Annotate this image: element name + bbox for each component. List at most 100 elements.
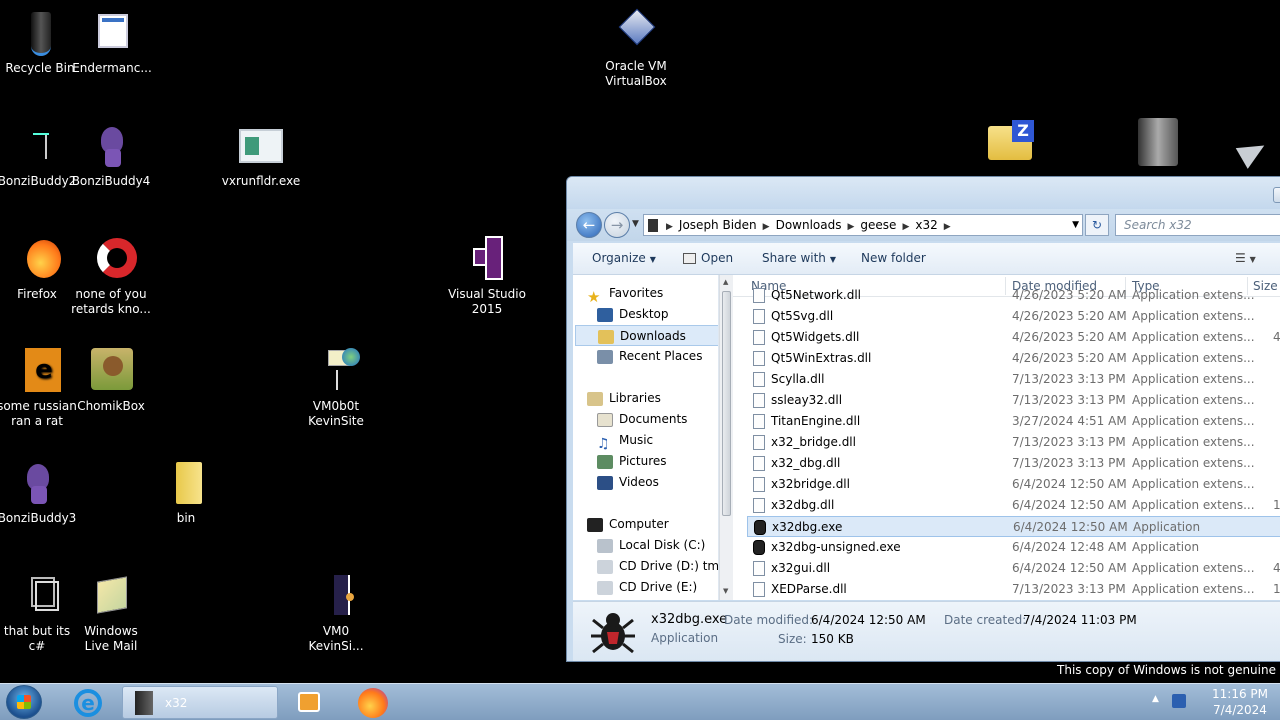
details-size: 150 KB (811, 632, 854, 646)
nav-cd-drive-e[interactable]: CD Drive (E:) (597, 577, 718, 598)
refresh-button[interactable]: ↻ (1085, 214, 1109, 236)
file-size: 1, (1273, 498, 1280, 512)
nav-downloads[interactable]: Downloads (575, 325, 718, 346)
show-hidden-icons-icon[interactable]: ▲ (1152, 694, 1159, 704)
file-row[interactable]: x32bridge.dll 6/4/2024 12:50 AM Applicatio… (747, 474, 1280, 495)
file-date-modified: 7/13/2023 3:13 PM (1012, 456, 1126, 470)
new-folder-button[interactable]: New folder (861, 251, 926, 265)
recent-pages-dropdown-icon[interactable]: ▼ (632, 219, 639, 229)
scroll-down-icon[interactable]: ▼ (723, 587, 728, 595)
network-icon[interactable] (1172, 694, 1186, 708)
mail-icon (87, 573, 135, 621)
desktop-icon-vm0b0t[interactable]: VM0b0t KevinSite (296, 348, 376, 429)
file-row[interactable]: Scylla.dll 7/13/2023 3:13 PM Application e… (747, 369, 1280, 390)
nav-cd-drive-d[interactable]: CD Drive (D:) tmp (597, 556, 719, 577)
nav-computer[interactable]: Computer (587, 514, 718, 535)
organize-button[interactable]: Organize ▼ (592, 251, 656, 265)
chevron-right-icon[interactable]: ▶ (666, 222, 673, 232)
file-row[interactable]: x32dbg-unsigned.exe 6/4/2024 12:48 AM Appl… (747, 537, 1280, 558)
address-dropdown-icon[interactable]: ▼ (1072, 215, 1079, 235)
change-view-button[interactable]: ☰ ▼ (1235, 251, 1256, 265)
start-button[interactable] (6, 685, 42, 719)
desktop-icon-visual-studio[interactable]: Visual Studio 2015 (447, 236, 527, 317)
pictures-icon (597, 454, 613, 469)
breadcrumb-joseph-biden[interactable]: Joseph Biden (679, 218, 757, 232)
desktop-icon-vm0-kevinsi[interactable]: VM0 KevinSi... (296, 573, 376, 654)
open-button[interactable]: Open (683, 251, 733, 265)
file-row[interactable]: x32dbg.dll 6/4/2024 12:50 AM Application e… (747, 495, 1280, 516)
desktop-icon-windows-live-mail[interactable]: Windows Live Mail (71, 573, 151, 654)
desktop-icon-label: bin (176, 511, 196, 525)
address-bar[interactable]: ▶ Joseph Biden ▶ Downloads ▶ geese ▶ x32 ▶ ▼ (643, 214, 1083, 236)
file-row[interactable]: Qt5Network.dll 4/26/2023 5:20 AM Applicati… (747, 285, 1280, 306)
file-name: XEDParse.dll (771, 582, 847, 596)
search-input[interactable]: Search x32 (1115, 214, 1280, 236)
nav-desktop[interactable]: Desktop (597, 304, 718, 325)
title-bar[interactable] (567, 177, 1280, 209)
desktop-icon-vxrunfldr[interactable]: vxrunfldr.exe (221, 123, 301, 189)
taskbar-internet-explorer[interactable]: e (66, 686, 110, 719)
breadcrumb-x32[interactable]: x32 (915, 218, 937, 232)
back-button[interactable]: ← (576, 212, 602, 238)
details-date-created-label: Date created: (944, 613, 1027, 627)
share-with-button[interactable]: Share with ▼ (762, 251, 836, 265)
file-row[interactable]: ssleay32.dll 7/13/2023 3:13 PM Application… (747, 390, 1280, 411)
explorer-window[interactable]: ← → ▼ ▶ Joseph Biden ▶ Downloads ▶ geese ▶ x32 ▶… (566, 176, 1280, 662)
desktop-icon-chomikbox[interactable]: ChomikBox (71, 348, 151, 414)
nav-videos[interactable]: Videos (597, 472, 718, 493)
breadcrumb-geese[interactable]: geese (860, 218, 896, 232)
forward-button[interactable]: → (604, 212, 630, 238)
file-date-modified: 7/13/2023 3:13 PM (1012, 393, 1126, 407)
desktop-icon-label: BonziBuddy3 (0, 511, 77, 525)
file-row[interactable]: x32_dbg.dll 7/13/2023 3:13 PM Application … (747, 453, 1280, 474)
nav-libraries[interactable]: Libraries (587, 388, 718, 409)
nav-scrollbar[interactable]: ▲ ▼ (719, 275, 733, 600)
nav-music[interactable]: ♫ Music (597, 430, 718, 452)
folder-icon[interactable] (1138, 118, 1178, 166)
chevron-right-icon[interactable]: ▶ (847, 222, 854, 232)
chevron-right-icon[interactable]: ▶ (763, 222, 770, 232)
desktop-icon-virtualbox[interactable]: Oracle VM VirtualBox (596, 8, 676, 89)
file-date-modified: 6/4/2024 12:48 AM (1012, 540, 1127, 554)
minimize-button[interactable] (1273, 187, 1280, 203)
desktop-icon-bonzibuddy4[interactable]: BonziBuddy4 (71, 123, 151, 189)
zip-folder-icon[interactable]: Z (986, 120, 1034, 162)
file-row[interactable]: Qt5Svg.dll 4/26/2023 5:20 AM Application e… (747, 306, 1280, 327)
breadcrumb-downloads[interactable]: Downloads (776, 218, 842, 232)
nav-documents[interactable]: Documents (597, 409, 718, 430)
chevron-right-icon[interactable]: ▶ (902, 222, 909, 232)
desktop-icon-bonzibuddy3[interactable]: BonziBuddy3 (0, 460, 77, 526)
chevron-right-icon[interactable]: ▶ (944, 222, 951, 232)
nav-label: Libraries (609, 391, 661, 405)
file-row[interactable]: XEDParse.dll 7/13/2023 3:13 PM Application… (747, 579, 1280, 600)
nav-pictures[interactable]: Pictures (597, 451, 718, 472)
desktop-icon-russian[interactable]: e some russian ran a rat (0, 348, 77, 429)
desktop-icon-bin[interactable]: bin (146, 460, 226, 526)
taskbar-explorer-x32[interactable]: x32 (122, 686, 278, 719)
desktop-icon-recycle-bin[interactable]: Recycle Bin (0, 10, 80, 76)
desktop-icon-that-but[interactable]: that but its c# (0, 573, 77, 654)
clock-date[interactable]: 7/4/2024 (1202, 703, 1278, 717)
file-row[interactable]: Qt5WinExtras.dll 4/26/2023 5:20 AM Applica… (747, 348, 1280, 369)
nav-label: CD Drive (D:) tmp (619, 559, 719, 573)
file-row[interactable]: x32gui.dll 6/4/2024 12:50 AM Application e… (747, 558, 1280, 579)
desktop-icon-none-of-you[interactable]: none of you retards kno... (71, 236, 151, 317)
clock-time[interactable]: 11:16 PM (1202, 687, 1278, 701)
taskbar-firefox[interactable] (350, 686, 394, 719)
file-row[interactable]: TitanEngine.dll 3/27/2024 4:51 AM Applicat… (747, 411, 1280, 432)
nav-favorites[interactable]: ★ Favorites (587, 283, 718, 306)
desktop-icon-firefox[interactable]: Firefox (0, 236, 77, 302)
scroll-thumb[interactable] (722, 291, 731, 516)
details-filename: x32dbg.exe (651, 612, 728, 627)
file-type: Application (1133, 520, 1201, 534)
details-size-label: Size: (778, 632, 807, 646)
file-row[interactable]: Qt5Widgets.dll 4/26/2023 5:20 AM Applicati… (747, 327, 1280, 348)
taskbar-media-player[interactable] (286, 686, 330, 719)
nav-local-disk[interactable]: Local Disk (C:) (597, 535, 718, 556)
nav-recent-places[interactable]: Recent Places (597, 346, 718, 367)
file-row[interactable]: x32_bridge.dll 7/13/2023 3:13 PM Applicati… (747, 432, 1280, 453)
desktop-icon-bonzibuddy2[interactable]: BonziBuddy2 (0, 123, 77, 189)
file-row[interactable]: x32dbg.exe 6/4/2024 12:50 AM Application (747, 516, 1280, 537)
scroll-up-icon[interactable]: ▲ (723, 278, 728, 286)
desktop-icon-endermanch[interactable]: Endermanc... (72, 10, 152, 76)
